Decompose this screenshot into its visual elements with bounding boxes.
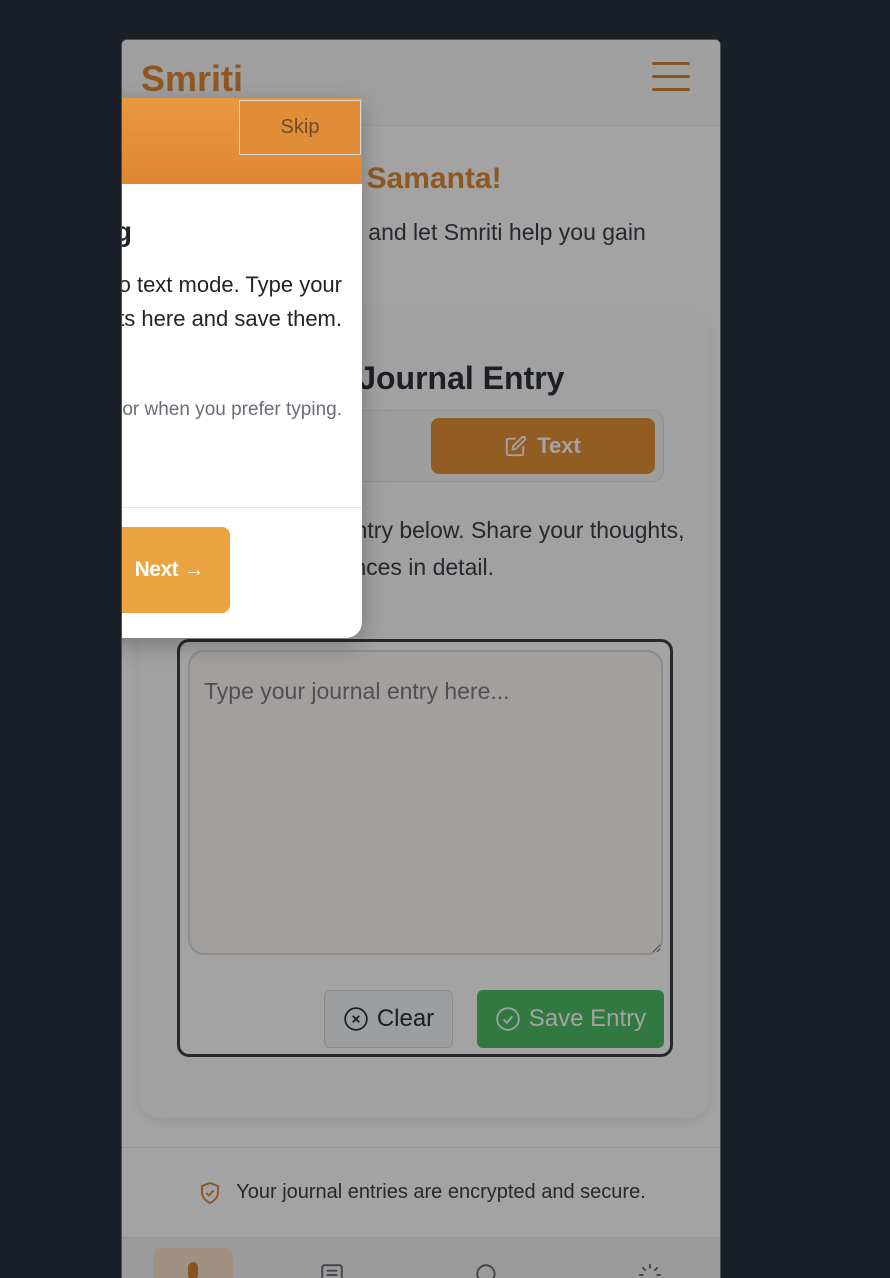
popover-header: Skip [122, 98, 362, 184]
popover-tip: Great for quiet places or when you prefe… [122, 399, 342, 420]
next-button[interactable]: Next → [122, 527, 230, 613]
popover-title: Text Journaling [122, 216, 132, 248]
popover-divider [122, 507, 362, 508]
popover-body: Tap the Text button to switch to text mo… [122, 272, 342, 332]
onboarding-popover: Skip Text Journaling Tap the Text button… [122, 98, 362, 638]
app-frame: Smriti Welcome back, Samanta! Record you… [121, 39, 721, 1278]
skip-button[interactable]: Skip [239, 100, 361, 155]
